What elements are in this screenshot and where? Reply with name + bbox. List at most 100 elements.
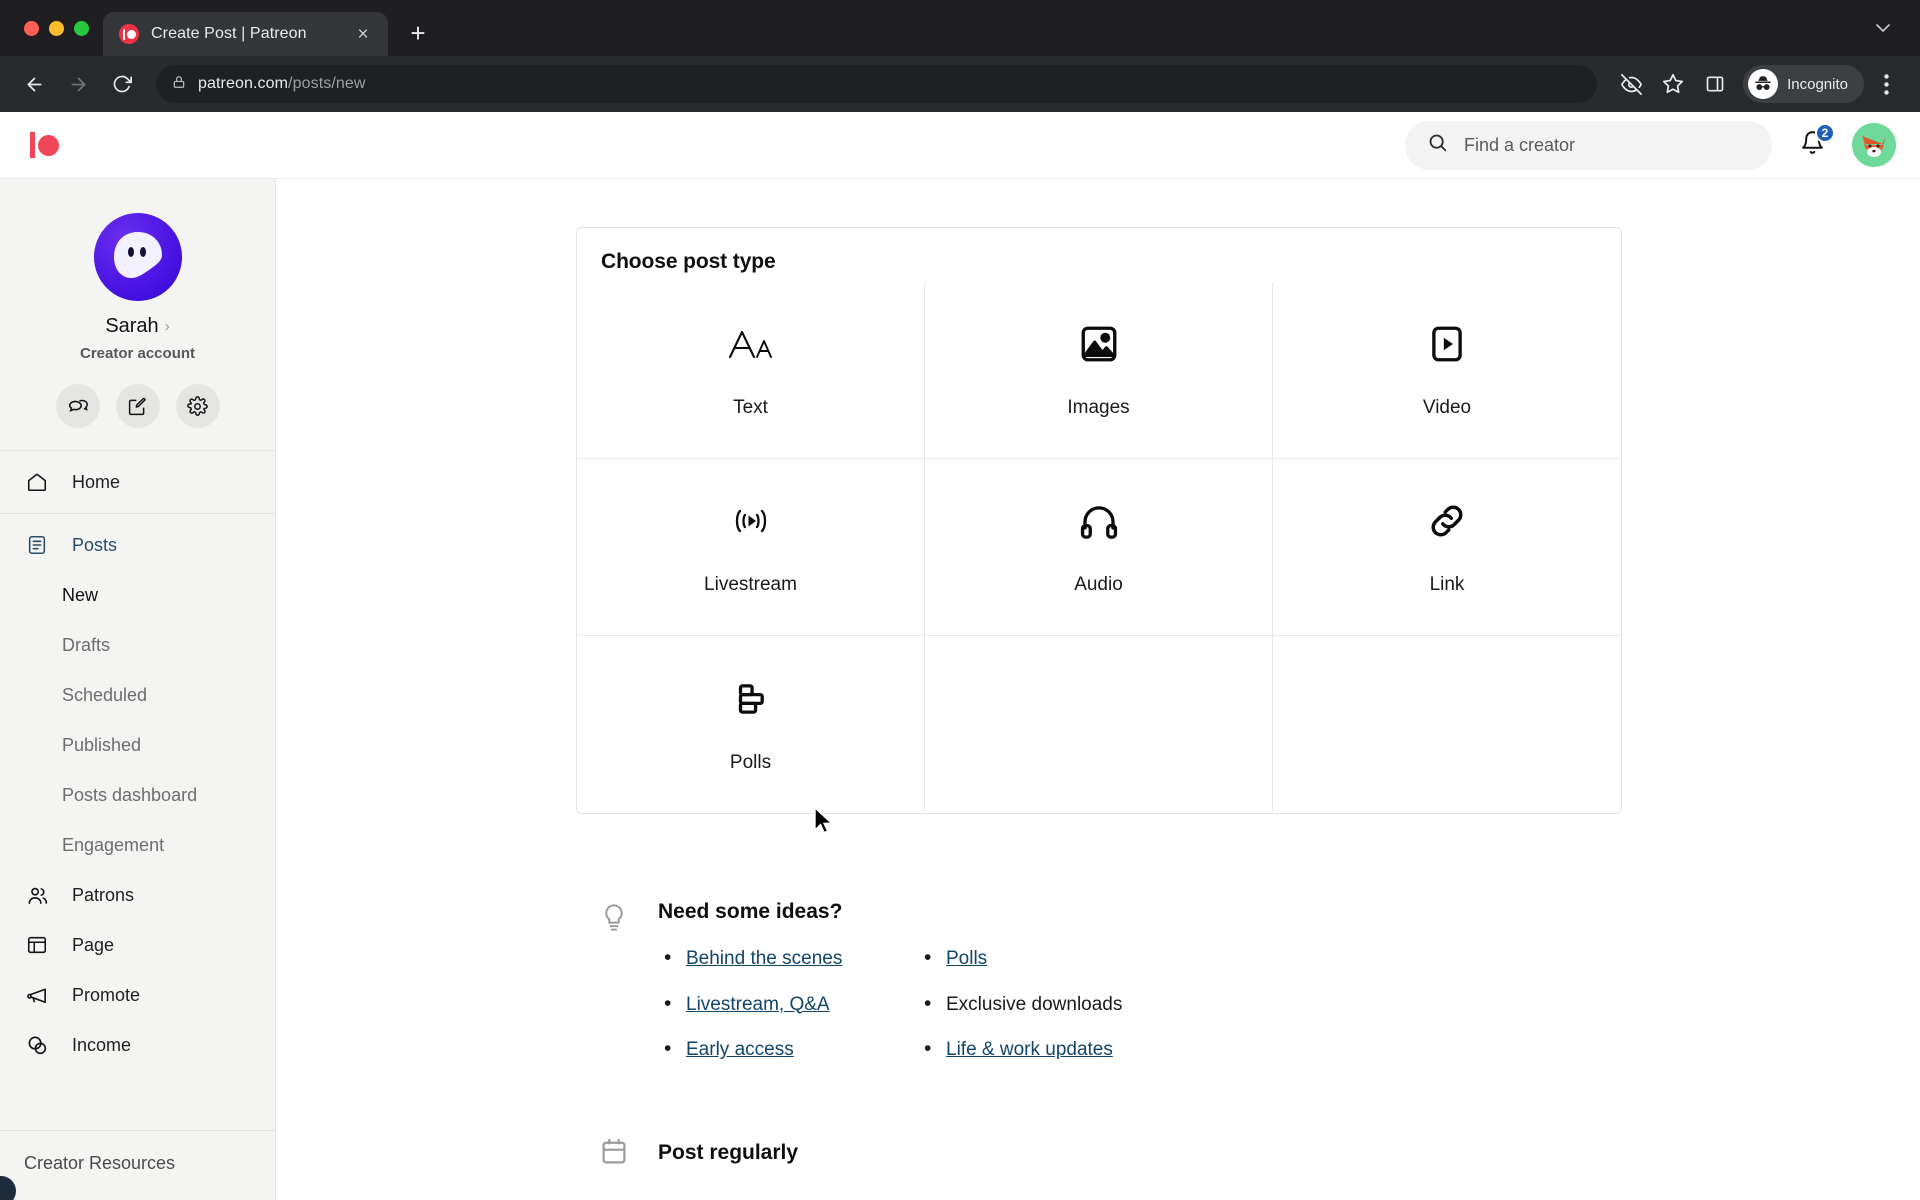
close-window-button[interactable]	[24, 20, 39, 36]
search-input[interactable]: Find a creator	[1405, 120, 1772, 170]
patreon-favicon-icon	[119, 24, 139, 44]
ghost-avatar-icon[interactable]	[93, 213, 182, 301]
tab-search-chevron-down-icon[interactable]	[1866, 11, 1900, 45]
sidebar-item-label: Promote	[72, 984, 141, 1005]
lightbulb-icon	[594, 900, 634, 1083]
list-item: Livestream, Q&A	[658, 990, 918, 1018]
lock-icon	[172, 74, 186, 95]
idea-link[interactable]: Livestream, Q&A	[686, 994, 830, 1015]
text-aa-icon	[726, 321, 776, 367]
post-type-empty-cell	[925, 636, 1273, 813]
address-bar[interactable]: patreon.com/posts/new	[156, 65, 1598, 103]
list-item: Behind the scenes	[658, 944, 918, 972]
incognito-avatar-icon	[1748, 69, 1779, 99]
sidebar-item-label: Patrons	[72, 884, 135, 905]
chevron-right-icon: ›	[164, 318, 170, 335]
post-type-label: Polls	[729, 751, 772, 773]
sidebar-item-page[interactable]: Page	[0, 920, 275, 970]
livestream-broadcast-icon	[726, 498, 776, 544]
profile-role: Creator account	[79, 345, 196, 362]
sidebar-subitem-new[interactable]: New	[0, 570, 275, 620]
idea-link[interactable]: Life & work updates	[946, 1039, 1113, 1060]
post-regularly-title: Post regularly	[658, 1140, 799, 1164]
post-type-label: Images	[1067, 397, 1130, 418]
sidebar-item-income[interactable]: Income	[0, 1020, 275, 1070]
user-avatar[interactable]	[1852, 123, 1896, 167]
page-title: Choose post type	[601, 250, 776, 273]
new-tab-button[interactable]: +	[398, 13, 438, 53]
calendar-icon	[594, 1135, 634, 1167]
post-type-label: Text	[733, 397, 768, 418]
sidebar-nav: Home Posts New Drafts Scheduled Publishe…	[0, 451, 275, 1130]
idea-link[interactable]: Polls	[946, 948, 987, 969]
sidebar: Sarah › Creator account Home Posts New D…	[0, 179, 276, 1200]
post-type-label: Audio	[1074, 574, 1123, 595]
address-bar-url: patreon.com/posts/new	[198, 75, 366, 92]
browser-toolbar: patreon.com/posts/new Incognito	[0, 56, 1920, 112]
profile-name-row[interactable]: Sarah ›	[105, 315, 169, 338]
post-type-audio[interactable]: Audio	[925, 459, 1273, 636]
video-play-icon	[1426, 321, 1468, 367]
post-type-grid: Text Images Video Livestream Audio Link …	[577, 282, 1621, 813]
incognito-profile-button[interactable]: Incognito	[1743, 65, 1864, 103]
three-dot-menu-icon[interactable]	[1866, 64, 1906, 104]
post-type-polls[interactable]: Polls	[577, 636, 925, 813]
sidebar-subitem-published[interactable]: Published	[0, 720, 275, 770]
messages-button[interactable]	[55, 384, 100, 428]
eye-slash-icon[interactable]	[1611, 64, 1651, 104]
post-type-video[interactable]: Video	[1273, 282, 1621, 459]
ideas-column-2: Polls Exclusive downloads Life & work up…	[918, 944, 1178, 1083]
headphones-icon	[1078, 498, 1120, 544]
patrons-icon	[24, 884, 50, 907]
post-type-images[interactable]: Images	[925, 282, 1273, 459]
sidebar-subitem-posts-dashboard[interactable]: Posts dashboard	[0, 770, 275, 820]
posts-icon	[24, 534, 50, 556]
post-type-label: Link	[1429, 574, 1465, 595]
post-type-empty-cell	[1273, 636, 1621, 813]
post-type-link[interactable]: Link	[1273, 459, 1621, 636]
back-arrow-icon[interactable]	[14, 64, 54, 104]
sidebar-item-patrons[interactable]: Patrons	[0, 870, 275, 920]
window-traffic-lights	[16, 0, 103, 56]
list-item: Exclusive downloads	[918, 990, 1178, 1018]
list-item: Early access	[658, 1035, 918, 1063]
notification-count-badge: 2	[1815, 123, 1835, 143]
chain-link-icon	[1426, 498, 1468, 544]
sidebar-item-promote[interactable]: Promote	[0, 970, 275, 1020]
close-tab-button[interactable]: ×	[350, 21, 376, 47]
idea-link[interactable]: Behind the scenes	[686, 948, 842, 969]
reload-icon[interactable]	[102, 64, 142, 104]
sidebar-item-label: Home	[72, 471, 121, 492]
tab-title: Create Post | Patreon	[151, 25, 307, 42]
sidebar-subitem-drafts[interactable]: Drafts	[0, 620, 275, 670]
search-placeholder: Find a creator	[1464, 134, 1576, 155]
web-page: Find a creator 2 Sarah › Creator account…	[0, 112, 1920, 1200]
star-icon[interactable]	[1653, 64, 1693, 104]
home-icon	[24, 471, 50, 493]
profile-name: Sarah	[105, 315, 159, 337]
idea-link[interactable]: Early access	[686, 1039, 794, 1060]
browser-tab[interactable]: Create Post | Patreon ×	[103, 12, 388, 56]
side-panel-icon[interactable]	[1695, 64, 1735, 104]
sidebar-item-posts[interactable]: Posts	[0, 520, 275, 570]
ideas-column-1: Behind the scenes Livestream, Q&A Early …	[658, 944, 918, 1083]
forward-arrow-icon[interactable]	[58, 64, 98, 104]
post-type-livestream[interactable]: Livestream	[577, 459, 925, 636]
sidebar-item-label: Income	[72, 1034, 132, 1055]
sidebar-item-label: Page	[72, 934, 115, 955]
patreon-site-header: Find a creator 2	[0, 112, 1920, 179]
post-type-text[interactable]: Text	[577, 282, 925, 459]
minimize-window-button[interactable]	[49, 20, 64, 36]
settings-gear-icon[interactable]	[175, 384, 220, 428]
sidebar-item-home[interactable]: Home	[0, 457, 275, 507]
sidebar-subitem-engagement[interactable]: Engagement	[0, 820, 275, 870]
sidebar-subitem-scheduled[interactable]: Scheduled	[0, 670, 275, 720]
create-post-button[interactable]	[115, 384, 160, 428]
image-icon	[1078, 321, 1120, 367]
patreon-logo-icon[interactable]	[30, 125, 70, 165]
sidebar-footer[interactable]: Creator Resources	[0, 1130, 275, 1200]
maximize-window-button[interactable]	[74, 20, 89, 36]
list-item: Polls	[918, 944, 1178, 972]
notifications-button[interactable]: 2	[1794, 123, 1835, 163]
need-ideas-title: Need some ideas?	[658, 900, 843, 923]
